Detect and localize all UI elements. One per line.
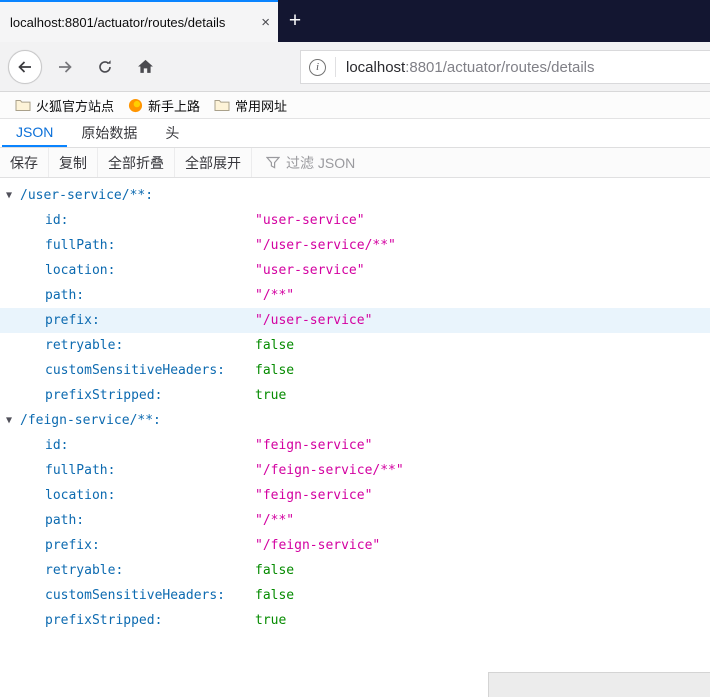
tree-key: fullPath: [45, 233, 255, 258]
browser-window: localhost:8801/actuator/routes/details ×… [0, 0, 710, 697]
new-tab-button[interactable]: + [278, 0, 312, 42]
tree-row[interactable]: prefix:"/feign-service" [0, 533, 710, 558]
info-icon[interactable]: i [309, 59, 326, 76]
tree-value: true [255, 613, 286, 628]
bookmark-item-getting-started[interactable]: 新手上路 [121, 94, 207, 116]
tree-row[interactable]: customSensitiveHeaders:false [0, 358, 710, 383]
tree-key: path: [45, 508, 255, 533]
tree-key: id: [45, 433, 255, 458]
tab-bar: localhost:8801/actuator/routes/details ×… [0, 0, 710, 42]
filter-placeholder: 过滤 JSON [286, 153, 355, 173]
tree-row[interactable]: path:"/**" [0, 508, 710, 533]
tab-raw-data[interactable]: 原始数据 [67, 119, 151, 147]
back-arrow-icon [17, 59, 33, 75]
navigation-toolbar: i localhost:8801/actuator/routes/details [0, 42, 710, 92]
tree-row[interactable]: fullPath:"/feign-service/**" [0, 458, 710, 483]
bookmark-label: 新手上路 [148, 96, 200, 115]
home-button[interactable] [128, 50, 162, 84]
bottom-right-panel [488, 672, 710, 697]
tree-group-key: /feign-service/**: [20, 413, 161, 428]
tree-key: id: [45, 208, 255, 233]
tree-key: prefix: [45, 308, 255, 333]
tree-row[interactable]: fullPath:"/user-service/**" [0, 233, 710, 258]
tree-value: false [255, 338, 294, 353]
firefox-icon [128, 98, 143, 113]
url-bar[interactable]: i localhost:8801/actuator/routes/details [300, 50, 710, 84]
tree-value: "/**" [255, 288, 294, 303]
url-host: localhost [346, 59, 405, 76]
filter-funnel-icon [266, 156, 280, 169]
folder-icon [214, 98, 230, 112]
tree-value: false [255, 563, 294, 578]
tree-row[interactable]: customSensitiveHeaders:false [0, 583, 710, 608]
tree-row[interactable]: id:"user-service" [0, 208, 710, 233]
urlbar-separator [335, 57, 336, 77]
collapse-arrow-icon[interactable]: ▼ [6, 408, 18, 433]
tree-row[interactable]: retryable:false [0, 333, 710, 358]
forward-arrow-icon [57, 59, 73, 75]
tree-row[interactable]: retryable:false [0, 558, 710, 583]
tree-value: false [255, 588, 294, 603]
tree-row[interactable]: location:"user-service" [0, 258, 710, 283]
bookmark-label: 火狐官方站点 [36, 96, 114, 115]
json-viewer-tabs: JSON 原始数据 头 [0, 119, 710, 148]
tree-key: prefixStripped: [45, 383, 255, 408]
tree-value: "/feign-service" [255, 538, 380, 553]
tree-value: true [255, 388, 286, 403]
tree-row[interactable]: id:"feign-service" [0, 433, 710, 458]
reload-button[interactable] [88, 50, 122, 84]
tree-key: customSensitiveHeaders: [45, 583, 255, 608]
bookmark-item-common-sites[interactable]: 常用网址 [207, 94, 294, 116]
tree-value: false [255, 363, 294, 378]
expand-all-button[interactable]: 全部展开 [175, 148, 252, 177]
tree-key: prefixStripped: [45, 608, 255, 633]
folder-icon [15, 98, 31, 112]
collapse-all-button[interactable]: 全部折叠 [98, 148, 175, 177]
forward-button[interactable] [48, 50, 82, 84]
tree-value: "user-service" [255, 263, 365, 278]
tree-key: fullPath: [45, 458, 255, 483]
back-button[interactable] [8, 50, 42, 84]
tree-value: "user-service" [255, 213, 365, 228]
tree-key: path: [45, 283, 255, 308]
tree-group-row[interactable]: ▼/feign-service/**: [0, 408, 710, 433]
tree-value: "feign-service" [255, 438, 372, 453]
tree-value: "/**" [255, 513, 294, 528]
tree-key: customSensitiveHeaders: [45, 358, 255, 383]
tree-key: location: [45, 258, 255, 283]
collapse-arrow-icon[interactable]: ▼ [6, 183, 18, 208]
tree-key: retryable: [45, 333, 255, 358]
filter-json-input[interactable]: 过滤 JSON [266, 153, 355, 173]
bookmark-label: 常用网址 [235, 96, 287, 115]
bookmark-item-firefox-official[interactable]: 火狐官方站点 [8, 94, 121, 116]
tree-value: "feign-service" [255, 488, 372, 503]
json-tree: ▼/user-service/**:id:"user-service"fullP… [0, 183, 710, 633]
tree-key: location: [45, 483, 255, 508]
tree-value: "/user-service" [255, 313, 372, 328]
tree-row[interactable]: path:"/**" [0, 283, 710, 308]
bookmarks-bar: 火狐官方站点 新手上路 常用网址 [0, 92, 710, 119]
tree-row[interactable]: prefixStripped:true [0, 383, 710, 408]
tree-key: retryable: [45, 558, 255, 583]
url-text[interactable]: localhost:8801/actuator/routes/details [346, 59, 595, 76]
tab-close-icon[interactable]: × [261, 14, 270, 31]
home-icon [137, 58, 154, 75]
tree-key: prefix: [45, 533, 255, 558]
json-viewer-toolbar: 保存 复制 全部折叠 全部展开 过滤 JSON [0, 148, 710, 178]
reload-icon [97, 59, 113, 75]
tree-value: "/feign-service/**" [255, 463, 404, 478]
tab-headers[interactable]: 头 [151, 119, 193, 147]
copy-button[interactable]: 复制 [49, 148, 98, 177]
tree-group-key: /user-service/**: [20, 188, 153, 203]
browser-tab[interactable]: localhost:8801/actuator/routes/details × [0, 0, 278, 42]
tab-title: localhost:8801/actuator/routes/details [10, 15, 255, 30]
tab-json[interactable]: JSON [2, 119, 67, 147]
tree-row[interactable]: prefix:"/user-service" [0, 308, 710, 333]
tree-value: "/user-service/**" [255, 238, 396, 253]
tree-group-row[interactable]: ▼/user-service/**: [0, 183, 710, 208]
url-path: :8801/actuator/routes/details [405, 59, 594, 76]
tree-row[interactable]: location:"feign-service" [0, 483, 710, 508]
save-button[interactable]: 保存 [0, 148, 49, 177]
tree-row[interactable]: prefixStripped:true [0, 608, 710, 633]
